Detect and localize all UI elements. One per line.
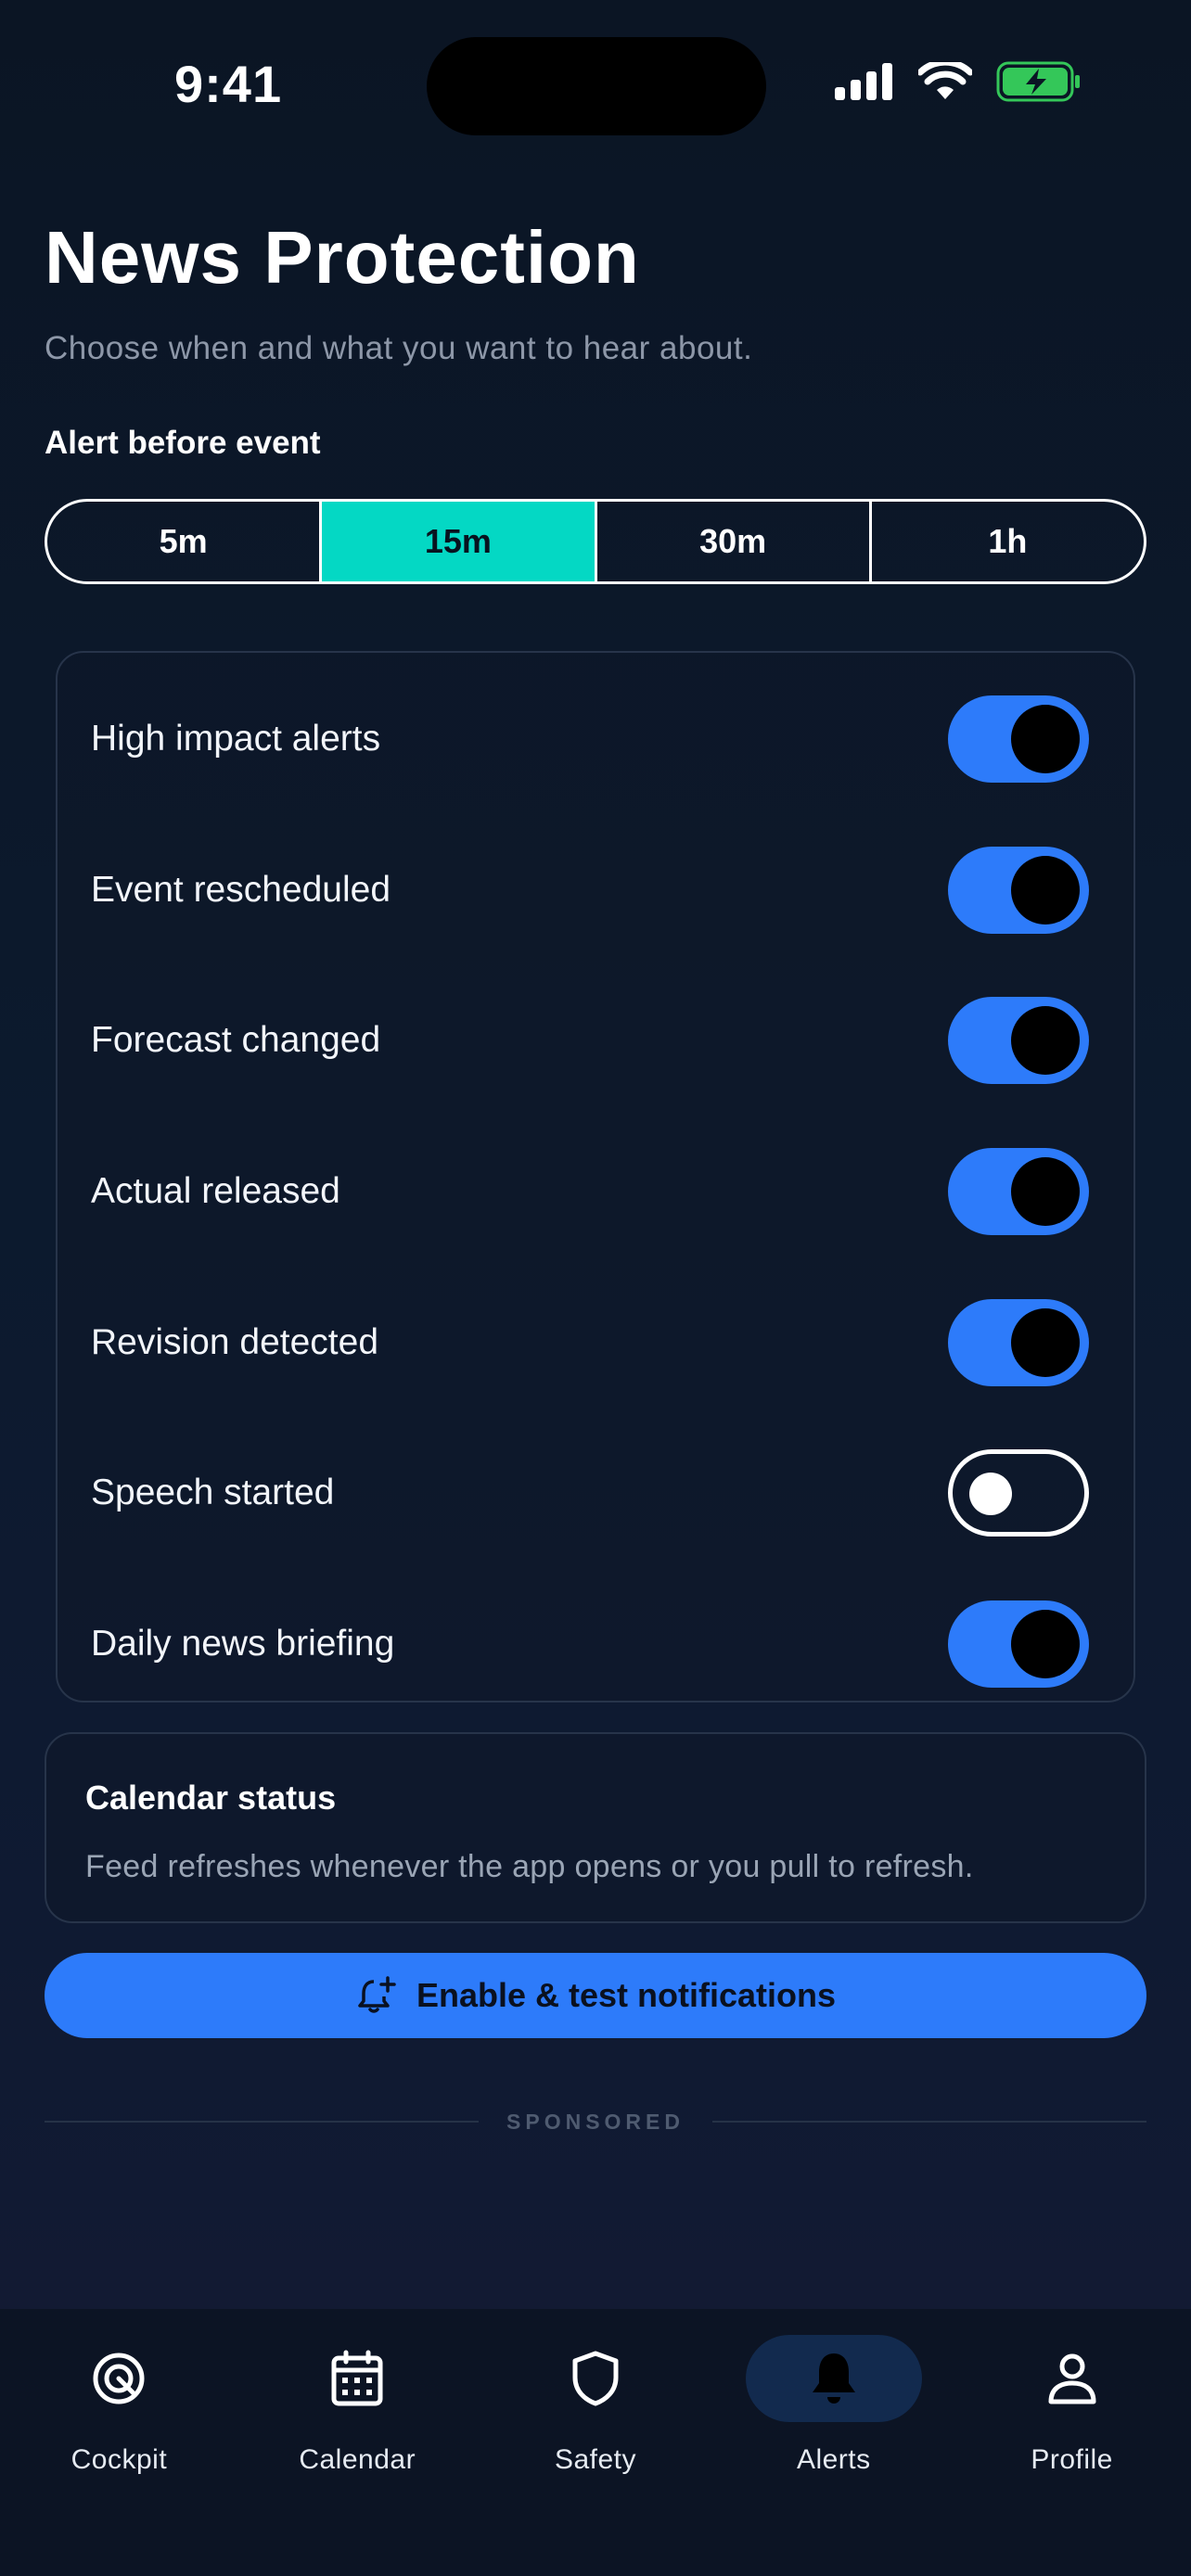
forecast-changed-toggle[interactable] [948, 997, 1089, 1084]
shield-icon [572, 2351, 619, 2406]
alert-before-label: Alert before event [45, 425, 321, 461]
toggle-knob [1011, 856, 1080, 925]
alert-before-segmented-control: 5m 15m 30m 1h [45, 499, 1146, 584]
toggle-label: Event rescheduled [91, 870, 391, 910]
divider-line [45, 2121, 480, 2123]
tab-profile[interactable]: Profile [953, 2309, 1191, 2576]
toggle-label: Actual released [91, 1171, 340, 1211]
event-rescheduled-toggle[interactable] [948, 847, 1089, 934]
target-icon [93, 2353, 145, 2404]
tab-label: Cockpit [70, 2444, 168, 2475]
segment-15m[interactable]: 15m [322, 502, 597, 581]
tab-label: Alerts [796, 2444, 871, 2475]
calendar-status-body: Feed refreshes whenever the app opens or… [85, 1849, 974, 1884]
toggle-knob [1011, 705, 1080, 773]
bottom-tab-bar: Cockpit Calendar Safety Alerts Profile [0, 2309, 1191, 2576]
daily-news-briefing-toggle[interactable] [948, 1600, 1089, 1688]
alert-toggles-card: High impact alerts Event rescheduled For… [56, 651, 1135, 1702]
signal-icon [835, 63, 892, 100]
page-title: News Protection [45, 216, 640, 299]
calendar-icon [331, 2350, 383, 2406]
tab-icon-wrap [31, 2335, 207, 2422]
high-impact-alerts-toggle[interactable] [948, 695, 1089, 783]
toggle-row-high-impact: High impact alerts [58, 664, 1133, 814]
tab-alerts[interactable]: Alerts [714, 2309, 953, 2576]
battery-icon [996, 61, 1080, 102]
person-icon [1048, 2353, 1096, 2404]
segment-1h[interactable]: 1h [872, 502, 1144, 581]
status-icons [835, 61, 1082, 102]
tab-label: Calendar [299, 2444, 416, 2475]
toggle-label: Speech started [91, 1473, 335, 1512]
enable-test-notifications-button[interactable]: Enable & test notifications [45, 1953, 1146, 2038]
divider-line [712, 2121, 1147, 2123]
toggle-row-daily-briefing: Daily news briefing [58, 1569, 1133, 1719]
toggle-row-speech-started: Speech started [58, 1418, 1133, 1568]
speech-started-toggle[interactable] [948, 1449, 1089, 1537]
enable-test-notifications-label: Enable & test notifications [416, 1976, 837, 2014]
toggle-knob [969, 1473, 1012, 1515]
segment-30m[interactable]: 30m [597, 502, 872, 581]
tab-icon-wrap [507, 2335, 684, 2422]
status-time: 9:41 [174, 55, 283, 113]
tab-icon-wrap [269, 2335, 445, 2422]
calendar-status-title: Calendar status [85, 1779, 337, 1817]
toggle-row-event-rescheduled: Event rescheduled [58, 815, 1133, 965]
toggle-label: Revision detected [91, 1322, 379, 1362]
dynamic-island [427, 37, 766, 135]
toggle-label: Daily news briefing [91, 1624, 395, 1664]
bell-icon [812, 2353, 855, 2404]
calendar-status-card: Calendar status Feed refreshes whenever … [45, 1732, 1146, 1923]
tab-label: Safety [554, 2444, 637, 2475]
toggle-row-actual-released: Actual released [58, 1116, 1133, 1267]
tab-icon-wrap [745, 2335, 922, 2422]
toggle-knob [1011, 1157, 1080, 1226]
toggle-label: Forecast changed [91, 1020, 381, 1060]
tab-safety[interactable]: Safety [477, 2309, 715, 2576]
segment-5m[interactable]: 5m [47, 502, 323, 581]
actual-released-toggle[interactable] [948, 1148, 1089, 1235]
sponsored-divider: SPONSORED [45, 2105, 1147, 2138]
toggle-label: High impact alerts [91, 719, 381, 759]
toggle-knob [1011, 1308, 1080, 1377]
revision-detected-toggle[interactable] [948, 1299, 1089, 1386]
tab-icon-wrap [984, 2335, 1160, 2422]
page-subtitle: Choose when and what you want to hear ab… [45, 330, 753, 366]
toggle-knob [1011, 1610, 1080, 1678]
sponsored-label: SPONSORED [506, 2109, 685, 2134]
tab-calendar[interactable]: Calendar [238, 2309, 477, 2576]
toggle-row-revision-detected: Revision detected [58, 1268, 1133, 1418]
tab-cockpit[interactable]: Cockpit [0, 2309, 238, 2576]
bell-plus-icon [358, 1976, 396, 2013]
tab-label: Profile [1031, 2444, 1113, 2475]
toggle-row-forecast-changed: Forecast changed [58, 965, 1133, 1116]
status-bar: 9:41 [0, 0, 1191, 139]
wifi-icon [918, 62, 972, 99]
toggle-knob [1011, 1006, 1080, 1075]
